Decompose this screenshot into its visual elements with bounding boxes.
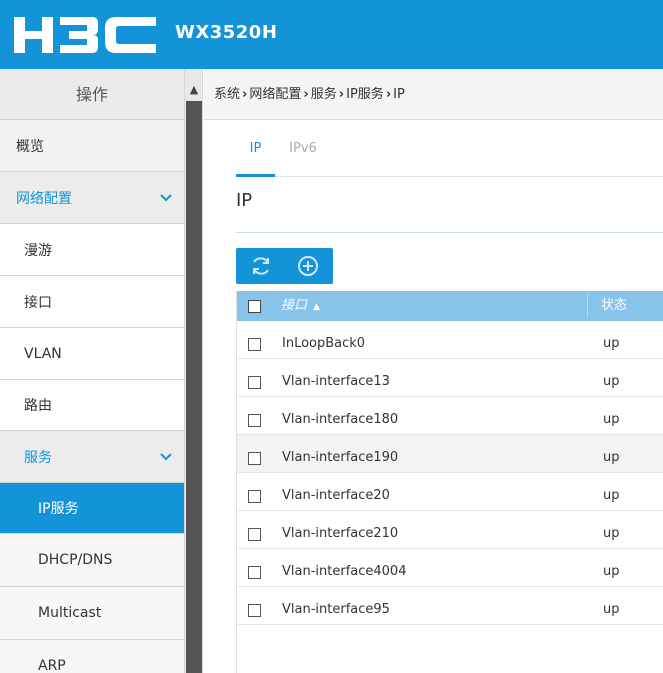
breadcrumb-separator-icon: › bbox=[385, 87, 392, 102]
sidebar-item-routing[interactable]: 路由 bbox=[0, 380, 184, 431]
scroll-up-arrow-icon[interactable]: ▲ bbox=[185, 83, 202, 97]
h3c-logo bbox=[14, 17, 156, 53]
top-header: WX3520H bbox=[0, 0, 663, 69]
sidebar-item-ip-services[interactable]: IP服务 bbox=[0, 483, 184, 534]
breadcrumb-item-ip: IP bbox=[393, 87, 405, 102]
sidebar-item-interface[interactable]: 接口 bbox=[0, 276, 184, 328]
table-row[interactable]: Vlan-interface4004 up bbox=[237, 549, 663, 587]
column-divider[interactable] bbox=[587, 294, 588, 318]
row-checkbox[interactable] bbox=[248, 452, 261, 465]
table-row[interactable]: Vlan-interface20 up bbox=[237, 473, 663, 511]
table-toolbar bbox=[236, 248, 333, 284]
sidebar-item-overview[interactable]: 概览 bbox=[0, 120, 184, 172]
section-divider bbox=[236, 232, 663, 233]
breadcrumb-item-ip-services[interactable]: IP服务 bbox=[346, 87, 384, 102]
row-checkbox[interactable] bbox=[248, 338, 261, 351]
sort-ascending-icon: ▲ bbox=[313, 302, 320, 312]
tab-ipv6[interactable]: IPv6 bbox=[286, 130, 320, 177]
interface-name: Vlan-interface95 bbox=[282, 602, 390, 617]
column-header-interface[interactable]: 接口 ▲ bbox=[281, 291, 320, 321]
chevron-down-icon bbox=[160, 452, 172, 460]
select-all-checkbox[interactable] bbox=[248, 300, 261, 313]
section-title: IP bbox=[236, 190, 253, 211]
breadcrumb: 系统 › 网络配置 › 服务 › IP服务 › IP bbox=[204, 69, 663, 120]
row-checkbox[interactable] bbox=[248, 566, 261, 579]
sidebar-item-arp[interactable]: ARP bbox=[0, 640, 184, 673]
interface-state: up bbox=[603, 450, 620, 465]
sidebar-title: 操作 bbox=[0, 69, 184, 120]
sidebar-item-services[interactable]: 服务 bbox=[0, 431, 184, 483]
refresh-icon[interactable] bbox=[249, 254, 273, 278]
interface-state: up bbox=[603, 564, 620, 579]
interface-state: up bbox=[603, 488, 620, 503]
interface-table: 接口 ▲ 状态 InLoopBack0 up Vlan-interface13 u… bbox=[236, 291, 663, 673]
column-header-state[interactable]: 状态 bbox=[601, 291, 627, 321]
row-checkbox[interactable] bbox=[248, 376, 261, 389]
chevron-down-icon bbox=[160, 193, 172, 201]
interface-name: InLoopBack0 bbox=[282, 336, 366, 351]
sidebar: 操作 概览 网络配置 漫游 接口 VLAN 路由 服务 IP服务 DHCP/DN… bbox=[0, 69, 203, 673]
table-row[interactable]: Vlan-interface95 up bbox=[237, 587, 663, 625]
table-row[interactable]: Vlan-interface210 up bbox=[237, 511, 663, 549]
interface-name: Vlan-interface4004 bbox=[282, 564, 407, 579]
table-header: 接口 ▲ 状态 bbox=[237, 291, 663, 321]
table-row[interactable]: Vlan-interface180 up bbox=[237, 397, 663, 435]
device-model: WX3520H bbox=[175, 22, 278, 43]
breadcrumb-item-system[interactable]: 系统 bbox=[214, 87, 240, 102]
sidebar-item-network-config[interactable]: 网络配置 bbox=[0, 172, 184, 224]
interface-state: up bbox=[603, 336, 620, 351]
tab-bar: IP IPv6 bbox=[236, 130, 663, 177]
table-row[interactable]: Vlan-interface13 up bbox=[237, 359, 663, 397]
add-icon[interactable] bbox=[296, 254, 320, 278]
scrollbar-thumb[interactable] bbox=[186, 101, 202, 673]
sidebar-item-multicast[interactable]: Multicast bbox=[0, 587, 184, 640]
interface-name: Vlan-interface190 bbox=[282, 450, 399, 465]
interface-name: Vlan-interface210 bbox=[282, 526, 399, 541]
row-checkbox[interactable] bbox=[248, 604, 261, 617]
interface-state: up bbox=[603, 526, 620, 541]
breadcrumb-separator-icon: › bbox=[242, 87, 248, 102]
sidebar-scrollbar[interactable]: ▲ bbox=[184, 69, 202, 673]
breadcrumb-separator-icon: › bbox=[338, 87, 345, 102]
interface-name: Vlan-interface20 bbox=[282, 488, 390, 503]
breadcrumb-item-network-config[interactable]: 网络配置 bbox=[249, 87, 301, 102]
interface-state: up bbox=[603, 374, 620, 389]
row-checkbox[interactable] bbox=[248, 528, 261, 541]
tab-ip[interactable]: IP bbox=[236, 130, 275, 177]
interface-state: up bbox=[603, 412, 620, 427]
sidebar-item-roaming[interactable]: 漫游 bbox=[0, 224, 184, 276]
breadcrumb-separator-icon: › bbox=[303, 87, 309, 102]
breadcrumb-item-services[interactable]: 服务 bbox=[311, 87, 337, 102]
sidebar-item-vlan[interactable]: VLAN bbox=[0, 328, 184, 380]
interface-name: Vlan-interface180 bbox=[282, 412, 399, 427]
interface-name: Vlan-interface13 bbox=[282, 374, 390, 389]
table-row[interactable]: Vlan-interface190 up bbox=[237, 435, 663, 473]
sidebar-item-dhcp-dns[interactable]: DHCP/DNS bbox=[0, 534, 184, 587]
table-row[interactable]: InLoopBack0 up bbox=[237, 321, 663, 359]
row-checkbox[interactable] bbox=[248, 414, 261, 427]
row-checkbox[interactable] bbox=[248, 490, 261, 503]
interface-state: up bbox=[603, 602, 620, 617]
